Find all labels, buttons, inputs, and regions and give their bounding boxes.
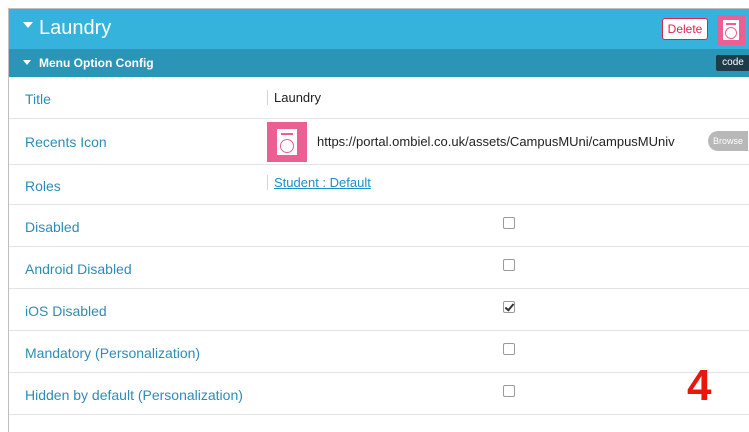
ios-disabled-label: iOS Disabled bbox=[25, 303, 107, 319]
title-row: Title Laundry bbox=[9, 77, 749, 119]
mandatory-row: Mandatory (Personalization) bbox=[9, 331, 749, 373]
hidden-by-default-row: Hidden by default (Personalization) bbox=[9, 373, 749, 415]
title-input[interactable]: Laundry bbox=[267, 90, 321, 105]
menu-option-panel: Laundry Delete Menu Option Config code T… bbox=[8, 8, 749, 432]
android-disabled-checkbox[interactable] bbox=[503, 259, 515, 271]
browse-button[interactable]: Browse bbox=[708, 131, 748, 151]
ios-disabled-row: iOS Disabled bbox=[9, 289, 749, 331]
section-title: Menu Option Config bbox=[39, 56, 154, 70]
delete-button[interactable]: Delete bbox=[662, 18, 708, 40]
ios-disabled-checkbox[interactable] bbox=[503, 301, 515, 313]
panel-title: Laundry bbox=[39, 17, 112, 39]
hidden-by-default-label: Hidden by default (Personalization) bbox=[25, 387, 243, 403]
panel-header[interactable]: Laundry Delete bbox=[9, 9, 749, 49]
icon-url-input[interactable]: https://portal.ombiel.co.uk/assets/Campu… bbox=[317, 134, 705, 149]
step-number-annotation: 4 bbox=[687, 361, 712, 410]
code-button[interactable]: code bbox=[716, 55, 749, 71]
washing-machine-icon bbox=[717, 15, 745, 45]
collapse-caret-icon[interactable] bbox=[23, 22, 33, 28]
android-disabled-label: Android Disabled bbox=[25, 261, 132, 277]
android-disabled-row: Android Disabled bbox=[9, 247, 749, 289]
checkmark-icon bbox=[504, 301, 515, 312]
recents-icon-label: Recents Icon bbox=[25, 134, 107, 150]
recents-icon-row: Recents Icon https://portal.ombiel.co.uk… bbox=[9, 119, 749, 165]
washing-machine-icon[interactable] bbox=[267, 122, 307, 162]
roles-link[interactable]: Student : Default bbox=[267, 175, 371, 190]
disabled-checkbox[interactable] bbox=[503, 217, 515, 229]
roles-row: Roles Student : Default bbox=[9, 165, 749, 205]
mandatory-label: Mandatory (Personalization) bbox=[25, 345, 201, 361]
mandatory-checkbox[interactable] bbox=[503, 343, 515, 355]
roles-label: Roles bbox=[25, 178, 61, 194]
disabled-row: Disabled bbox=[9, 205, 749, 247]
menu-option-config-header[interactable]: Menu Option Config code bbox=[9, 49, 749, 77]
hidden-by-default-checkbox[interactable] bbox=[503, 385, 515, 397]
disabled-label: Disabled bbox=[25, 219, 80, 235]
collapse-caret-icon[interactable] bbox=[23, 60, 31, 65]
title-label: Title bbox=[25, 91, 51, 107]
